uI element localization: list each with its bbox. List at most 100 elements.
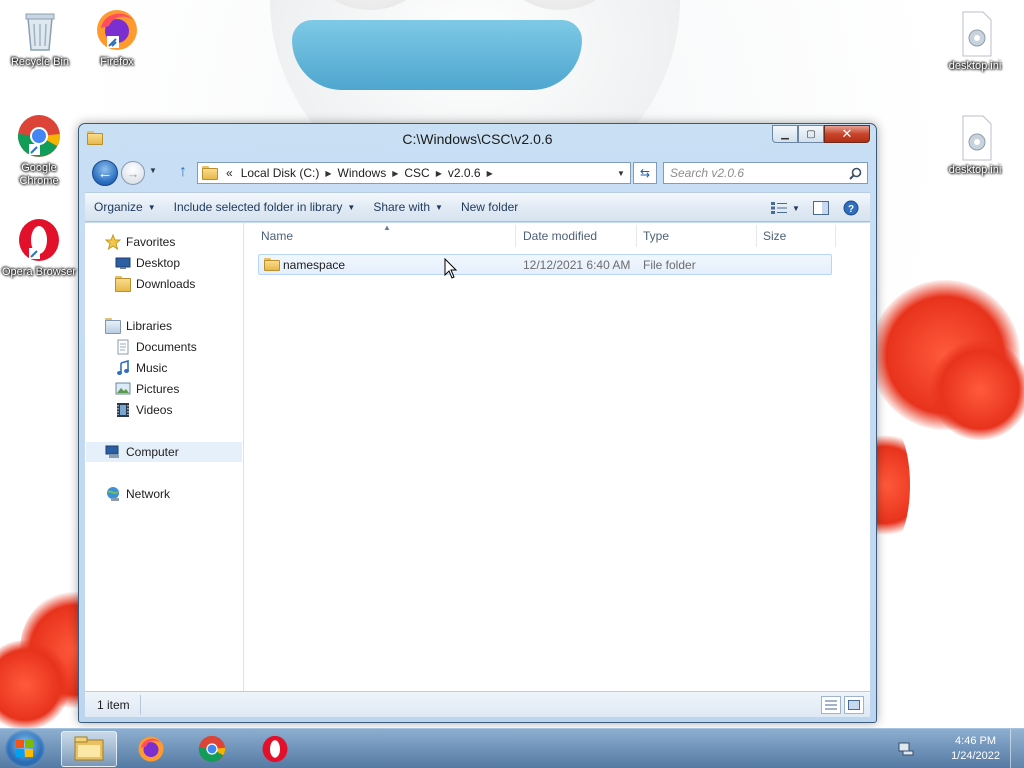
documents-icon bbox=[115, 339, 131, 355]
nav-label: Favorites bbox=[126, 235, 176, 249]
column-divider[interactable] bbox=[835, 225, 836, 247]
nav-pictures[interactable]: Pictures bbox=[115, 379, 179, 399]
chevron-down-icon[interactable]: ▼ bbox=[612, 169, 630, 178]
share-label: Share with bbox=[373, 200, 431, 214]
forward-button[interactable]: → bbox=[121, 161, 145, 185]
new-folder-button[interactable]: New folder bbox=[452, 193, 527, 221]
view-toggle bbox=[818, 696, 864, 714]
back-button[interactable]: ← bbox=[92, 160, 118, 186]
search-icon[interactable] bbox=[849, 167, 862, 180]
nav-label: Network bbox=[126, 487, 171, 501]
libraries-icon bbox=[105, 318, 121, 334]
nav-libraries[interactable]: Libraries bbox=[105, 316, 172, 336]
column-date-modified[interactable]: Date modified bbox=[523, 229, 597, 243]
nav-favorites[interactable]: Favorites bbox=[104, 232, 176, 252]
column-divider[interactable] bbox=[515, 225, 516, 247]
network-status-icon[interactable] bbox=[898, 741, 914, 757]
desktop-icon-desktop-ini[interactable]: desktop.ini bbox=[937, 114, 1013, 177]
explorer-panes: Favorites Desktop Downloads Libraries Do… bbox=[85, 223, 870, 691]
command-bar-right: ▼ ? bbox=[760, 198, 862, 218]
search-input[interactable] bbox=[664, 163, 839, 183]
chevron-down-icon: ▼ bbox=[347, 202, 356, 212]
taskbar: 4:46 PM 1/24/2022 bbox=[0, 728, 1024, 768]
minimize-button[interactable]: ▁ bbox=[772, 125, 798, 143]
show-desktop-button[interactable] bbox=[1010, 729, 1024, 768]
nav-computer[interactable]: Computer bbox=[86, 442, 242, 462]
recent-pages-chevron-down-icon[interactable]: ▼ bbox=[149, 166, 161, 178]
taskbar-opera[interactable] bbox=[247, 731, 303, 767]
organize-menu[interactable]: Organize ▼ bbox=[85, 193, 165, 221]
desktop-icon-label: Recycle Bin bbox=[10, 56, 70, 68]
music-note-icon bbox=[115, 359, 131, 376]
nav-desktop[interactable]: Desktop bbox=[115, 253, 180, 273]
network-icon bbox=[105, 486, 121, 502]
desktop-icon bbox=[115, 255, 131, 271]
desktop-icon-label: desktop.ini bbox=[948, 60, 1002, 72]
clock-date: 1/24/2022 bbox=[951, 750, 1000, 762]
clock-time: 4:46 PM bbox=[955, 735, 997, 747]
nav-label: Pictures bbox=[136, 382, 180, 396]
maximize-button[interactable]: ▢ bbox=[798, 125, 824, 143]
table-row[interactable]: namespace 12/12/2021 6:40 AM File folder bbox=[258, 254, 832, 275]
change-view-icon[interactable] bbox=[768, 198, 790, 218]
chrome-icon bbox=[198, 735, 226, 763]
nav-music[interactable]: Music bbox=[115, 358, 167, 378]
desktop-icon-opera-browser[interactable]: Opera Browser bbox=[1, 216, 77, 279]
chevron-right-icon[interactable]: ▶ bbox=[434, 169, 444, 178]
mouse-cursor-icon bbox=[444, 258, 458, 279]
desktop-icon-google-chrome[interactable]: Google Chrome bbox=[1, 112, 77, 188]
breadcrumb-local-disk[interactable]: Local Disk (C:) bbox=[237, 166, 324, 180]
window-title: C:\Windows\CSC\v2.0.6 bbox=[402, 131, 553, 147]
wallpaper-eye-right bbox=[500, 0, 620, 10]
film-icon bbox=[115, 402, 131, 418]
address-bar[interactable]: « Local Disk (C:) ▶ Windows ▶ CSC ▶ v2.0… bbox=[197, 162, 631, 184]
chevron-right-icon[interactable]: ▶ bbox=[485, 169, 495, 178]
help-icon[interactable]: ? bbox=[840, 198, 862, 218]
column-type[interactable]: Type bbox=[643, 229, 669, 243]
breadcrumb-overflow[interactable]: « bbox=[222, 166, 237, 180]
taskbar-windows-explorer[interactable] bbox=[61, 731, 117, 767]
windows-logo-icon bbox=[16, 740, 34, 758]
start-button[interactable] bbox=[5, 730, 45, 768]
file-date-modified: 12/12/2021 6:40 AM bbox=[523, 258, 631, 272]
nav-label: Videos bbox=[136, 403, 173, 417]
nav-label: Music bbox=[136, 361, 168, 375]
taskbar-firefox[interactable] bbox=[123, 731, 179, 767]
column-name[interactable]: Name bbox=[261, 229, 293, 243]
folder-icon bbox=[74, 736, 104, 761]
nav-videos[interactable]: Videos bbox=[115, 400, 172, 420]
chevron-right-icon[interactable]: ▶ bbox=[390, 169, 400, 178]
desktop-icon-label: Opera Browser bbox=[2, 266, 76, 278]
large-icons-view-icon[interactable] bbox=[844, 696, 864, 714]
share-with-menu[interactable]: Share with ▼ bbox=[364, 193, 452, 221]
breadcrumb-csc[interactable]: CSC bbox=[400, 166, 433, 180]
preview-pane-icon[interactable] bbox=[810, 198, 832, 218]
include-in-library-menu[interactable]: Include selected folder in library ▼ bbox=[165, 193, 365, 221]
settings-file-icon bbox=[951, 114, 999, 162]
chevron-right-icon[interactable]: ▶ bbox=[323, 169, 333, 178]
breadcrumb-v206[interactable]: v2.0.6 bbox=[444, 166, 485, 180]
nav-documents[interactable]: Documents bbox=[115, 337, 197, 357]
desktop-icon-firefox[interactable]: Firefox bbox=[79, 6, 155, 69]
refresh-button[interactable]: ⇆ bbox=[633, 162, 657, 184]
breadcrumb-windows[interactable]: Windows bbox=[334, 166, 391, 180]
wallpaper-eye-left bbox=[310, 0, 430, 10]
column-divider[interactable] bbox=[756, 225, 757, 247]
item-count: 1 item bbox=[97, 698, 130, 712]
up-arrow-icon[interactable]: ↑ bbox=[173, 163, 193, 183]
column-size[interactable]: Size bbox=[763, 229, 786, 243]
desktop-icon-desktop-ini[interactable]: desktop.ini bbox=[937, 10, 1013, 73]
command-bar: Organize ▼ Include selected folder in li… bbox=[85, 192, 870, 222]
nav-network[interactable]: Network bbox=[105, 484, 170, 504]
navigation-pane: Favorites Desktop Downloads Libraries Do… bbox=[85, 223, 244, 691]
window-titlebar[interactable]: C:\Windows\CSC\v2.0.6 ▁ ▢ ✕ bbox=[79, 124, 876, 154]
close-button[interactable]: ✕ bbox=[824, 125, 870, 143]
pictures-icon bbox=[115, 381, 131, 397]
details-view-icon[interactable] bbox=[821, 696, 841, 714]
chevron-down-icon[interactable]: ▼ bbox=[790, 198, 802, 218]
desktop-icon-recycle-bin[interactable]: Recycle Bin bbox=[2, 6, 78, 69]
nav-downloads[interactable]: Downloads bbox=[115, 274, 195, 294]
column-divider[interactable] bbox=[636, 225, 637, 247]
clock[interactable]: 4:46 PM 1/24/2022 bbox=[951, 734, 1000, 764]
taskbar-google-chrome[interactable] bbox=[184, 731, 240, 767]
